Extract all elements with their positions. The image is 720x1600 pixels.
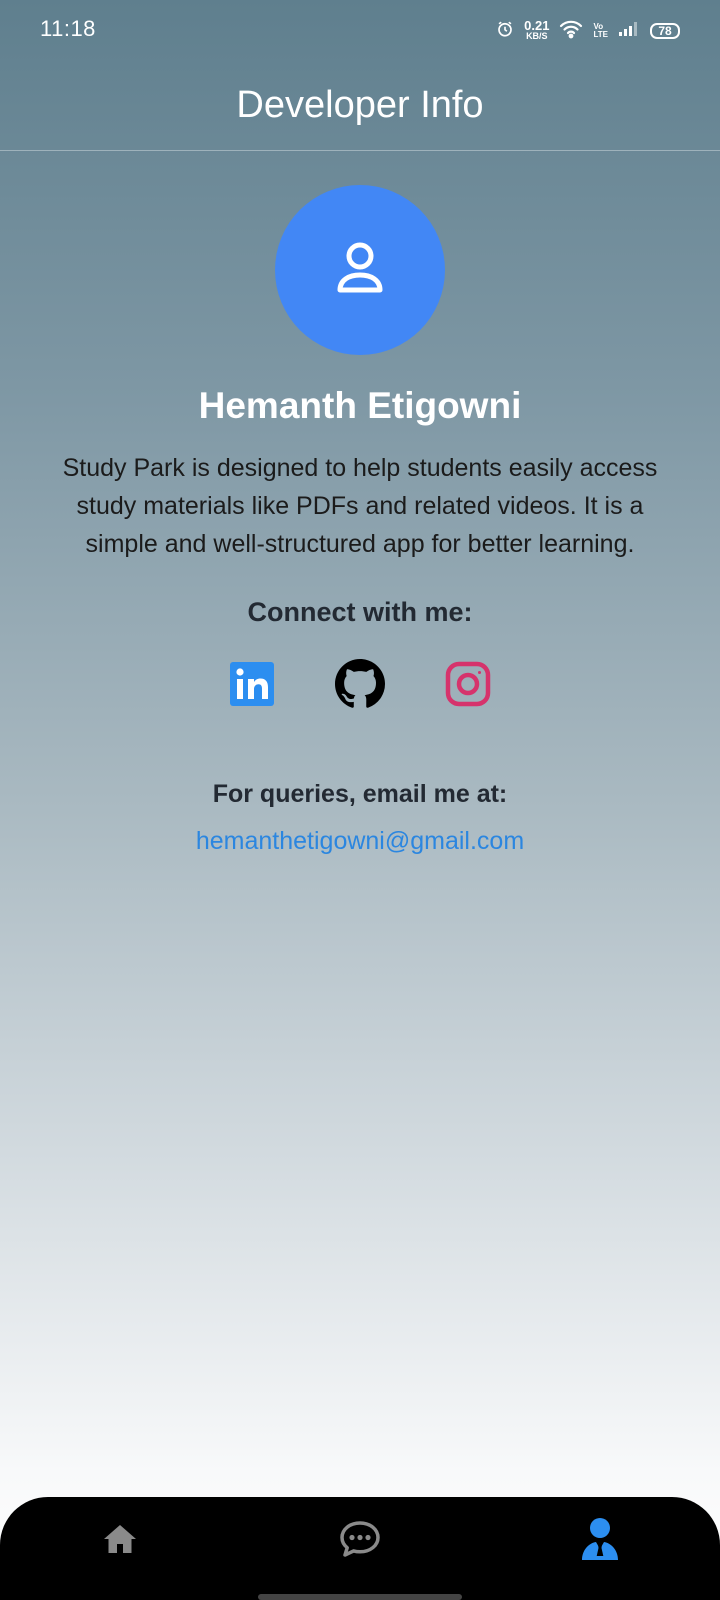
gesture-navigation-bar[interactable] bbox=[258, 1594, 462, 1600]
network-speed-value: 0.21 bbox=[524, 18, 550, 33]
alarm-icon bbox=[496, 20, 514, 43]
developer-info-content: Hemanth Etigowni Study Park is designed … bbox=[0, 150, 720, 856]
nav-developer-button[interactable] bbox=[570, 1517, 630, 1565]
avatar bbox=[275, 185, 445, 355]
developer-profile-icon bbox=[581, 1517, 619, 1566]
email-heading: For queries, email me at: bbox=[212, 780, 508, 808]
connect-heading: Connect with me: bbox=[247, 597, 473, 627]
social-links bbox=[228, 658, 492, 712]
app-description: Study Park is designed to help students … bbox=[62, 454, 658, 558]
app-header: Developer Info bbox=[0, 60, 720, 151]
volte-bottom-label: LTE bbox=[593, 30, 608, 39]
nav-chat-button[interactable] bbox=[330, 1517, 390, 1565]
email-link[interactable]: hemanthetigowni@gmail.com bbox=[196, 827, 524, 856]
volte-indicator: Vo LTE bbox=[593, 23, 608, 39]
bottom-navigation-bar bbox=[0, 1497, 720, 1600]
github-icon bbox=[335, 658, 385, 714]
linkedin-icon bbox=[230, 661, 274, 711]
network-speed: 0.21 KB/S bbox=[524, 18, 550, 41]
home-icon bbox=[103, 1524, 137, 1559]
battery-indicator: 78 bbox=[650, 23, 680, 39]
wifi-icon bbox=[559, 19, 583, 44]
status-bar: 11:18 0.21 KB/S Vo LTE 78 bbox=[0, 0, 720, 60]
linkedin-link[interactable] bbox=[228, 661, 276, 711]
network-speed-unit: KB/S bbox=[526, 31, 548, 41]
developer-name: Hemanth Etigowni bbox=[198, 385, 522, 426]
signal-icon bbox=[618, 21, 640, 42]
github-link[interactable] bbox=[335, 658, 385, 710]
status-icons: 0.21 KB/S Vo LTE 78 bbox=[496, 18, 680, 44]
chat-icon bbox=[339, 1520, 381, 1563]
page-title: Developer Info bbox=[236, 83, 484, 126]
instagram-icon bbox=[445, 661, 491, 712]
instagram-link[interactable] bbox=[444, 661, 492, 712]
nav-home-button[interactable] bbox=[90, 1517, 150, 1565]
user-outline-icon bbox=[336, 240, 384, 301]
status-time: 11:18 bbox=[40, 16, 96, 41]
